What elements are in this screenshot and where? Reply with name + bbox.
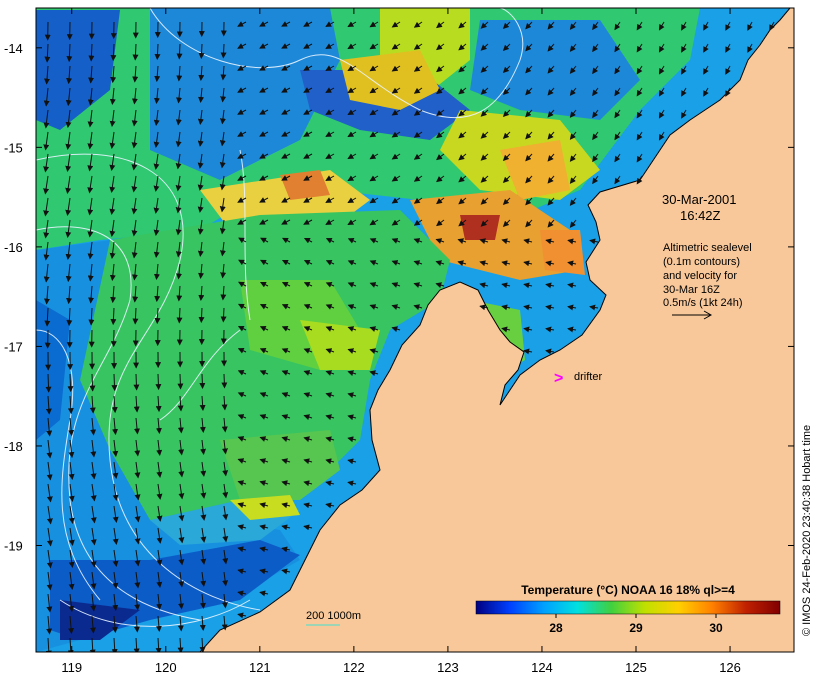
velocity-arrow xyxy=(199,373,206,390)
time-label: 16:42Z xyxy=(680,208,721,223)
drifter-label: drifter xyxy=(574,371,602,383)
bathymetry-label: 200 1000m xyxy=(306,610,361,622)
lon-tick-label: 123 xyxy=(437,660,459,675)
date-label: 30-Mar-2001 xyxy=(662,192,736,207)
lat-tick-label: -17 xyxy=(4,339,23,354)
velocity-arrow xyxy=(221,373,228,389)
sst-map: > drifter 119 120 121 122 123 124 125 126 -14 -15… xyxy=(4,7,795,675)
lat-tick-label: -16 xyxy=(4,240,23,255)
lon-tick-label: 120 xyxy=(155,660,177,675)
lon-tick-label: 126 xyxy=(719,660,741,675)
drifter-marker: > xyxy=(554,370,563,387)
lon-tick-label: 121 xyxy=(249,660,271,675)
colorbar-tick-label: 30 xyxy=(709,621,723,635)
legend-line-3: and velocity for xyxy=(663,270,737,282)
colorbar-title: Temperature (°C) NOAA 16 18% ql>=4 xyxy=(521,583,735,597)
velocity-arrow xyxy=(89,373,96,392)
lon-tick-label: 122 xyxy=(343,660,365,675)
legend-line-5: 0.5m/s (1kt 24h) xyxy=(663,297,742,309)
lon-tick-label: 119 xyxy=(61,660,82,675)
velocity-arrow xyxy=(220,43,227,59)
velocity-arrow xyxy=(220,307,227,323)
velocity-arrow xyxy=(111,373,118,392)
legend-line-2: (0.1m contours) xyxy=(663,256,740,268)
legend-line-4: 30-Mar 16Z xyxy=(663,284,720,296)
lon-tick-label: 125 xyxy=(625,660,647,675)
velocity-arrow xyxy=(198,43,205,60)
velocity-arrow xyxy=(67,373,74,393)
lat-tick-label: -15 xyxy=(4,140,23,155)
lon-tick-label: 124 xyxy=(531,660,553,675)
legend-line-1: Altimetric sealevel xyxy=(663,242,752,254)
velocity-arrow xyxy=(45,373,52,393)
velocity-arrow xyxy=(133,373,140,391)
velocity-arrow xyxy=(155,373,162,391)
lat-tick-label: -18 xyxy=(4,439,23,454)
lat-tick-label: -14 xyxy=(4,41,23,56)
credit-text: © IMOS 24-Feb-2020 23:40:38 Hobart time xyxy=(801,424,813,636)
colorbar-tick-label: 28 xyxy=(549,621,563,635)
colorbar-gradient xyxy=(475,600,781,615)
velocity-arrow xyxy=(177,373,184,390)
svg-text:>: > xyxy=(554,370,563,387)
colorbar-tick-label: 29 xyxy=(629,621,643,635)
lat-tick-label: -19 xyxy=(4,538,23,553)
